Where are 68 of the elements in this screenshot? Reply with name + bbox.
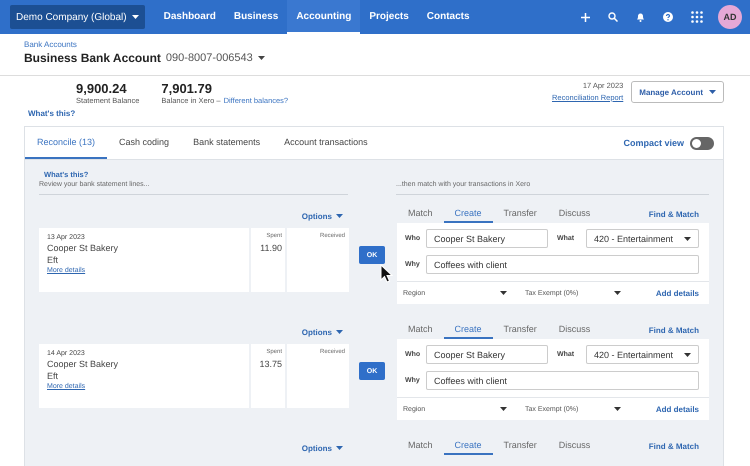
section-tab[interactable]: Bank statements xyxy=(181,127,272,159)
account-number: 090-8007-006543 xyxy=(166,52,253,64)
match-tab[interactable]: Match xyxy=(397,437,444,455)
match-tab[interactable]: Discuss xyxy=(548,437,602,455)
why-field[interactable]: Coffees with client xyxy=(426,371,699,390)
caret-icon xyxy=(336,446,343,450)
statement-balance-amount: 9,900.24 xyxy=(76,81,128,96)
caret-icon xyxy=(258,56,265,60)
find-and-match-link[interactable]: Find & Match xyxy=(648,437,709,455)
xero-balance-amount: 7,901.79 xyxy=(161,81,213,96)
compact-view-toggle[interactable] xyxy=(690,136,714,150)
user-avatar[interactable]: AD xyxy=(718,5,742,29)
caret-icon xyxy=(709,90,716,94)
mouse-pointer-icon xyxy=(380,264,393,283)
section-tab[interactable]: Cash coding xyxy=(107,127,182,159)
match-tab[interactable]: Create xyxy=(444,437,493,455)
caret-icon xyxy=(132,15,139,19)
what-dropdown[interactable]: 420 - Entertainment xyxy=(586,229,699,248)
caret-icon xyxy=(614,407,621,411)
caret-icon xyxy=(336,330,343,334)
payee-name: Cooper St Bakery xyxy=(47,243,120,253)
nav-link[interactable]: Contacts xyxy=(418,0,479,34)
match-tab[interactable]: Match xyxy=(397,205,444,223)
nav-link[interactable]: Business xyxy=(224,0,288,34)
caret-icon xyxy=(684,236,691,240)
caret-icon xyxy=(500,407,507,411)
match-tab[interactable]: Match xyxy=(397,321,444,339)
add-details-link[interactable]: Add details xyxy=(656,404,699,414)
account-name: Business Bank Account xyxy=(24,51,161,65)
apps-grid-icon[interactable] xyxy=(691,11,703,23)
spent-amount: 11.90 xyxy=(260,243,282,253)
section-tab[interactable]: Account transactions xyxy=(272,127,380,159)
help-icon[interactable] xyxy=(663,12,673,22)
breadcrumb-link[interactable]: Bank Accounts xyxy=(24,40,726,49)
nav-link[interactable]: Accounting xyxy=(287,0,360,34)
caret-icon xyxy=(336,214,343,218)
what-dropdown[interactable]: 420 - Entertainment xyxy=(586,345,699,364)
who-field[interactable]: Cooper St Bakery xyxy=(426,345,548,364)
caret-icon xyxy=(614,291,621,295)
search-icon[interactable] xyxy=(608,12,618,22)
why-field[interactable]: Coffees with client xyxy=(426,255,699,274)
options-menu[interactable]: Options xyxy=(302,207,343,225)
caret-icon xyxy=(684,352,691,356)
bell-icon[interactable] xyxy=(636,12,645,22)
section-tab[interactable]: Reconcile (13) xyxy=(25,127,108,159)
nav-link[interactable]: Dashboard xyxy=(154,0,225,34)
manage-account-button[interactable]: Manage Account xyxy=(631,81,724,103)
whats-this-link[interactable]: What's this? xyxy=(28,109,288,118)
match-tab[interactable]: Transfer xyxy=(492,321,548,339)
payee-name: Cooper St Bakery xyxy=(47,359,120,369)
transaction-type: Eft xyxy=(47,371,60,381)
match-tab[interactable]: Transfer xyxy=(492,437,548,455)
compact-view-label: Compact view xyxy=(623,138,684,148)
match-tab[interactable]: Discuss xyxy=(548,321,602,339)
add-details-link[interactable]: Add details xyxy=(656,288,699,298)
company-menu-button[interactable]: Demo Company (Global) xyxy=(10,5,145,29)
options-menu[interactable]: Options xyxy=(302,323,343,341)
caret-icon xyxy=(500,291,507,295)
find-and-match-link[interactable]: Find & Match xyxy=(648,205,709,223)
plus-icon[interactable] xyxy=(581,12,590,22)
spent-amount: 13.75 xyxy=(259,359,282,369)
nav-link[interactable]: Projects xyxy=(360,0,418,34)
who-field[interactable]: Cooper St Bakery xyxy=(426,229,548,248)
transaction-type: Eft xyxy=(47,255,60,265)
find-and-match-link[interactable]: Find & Match xyxy=(648,321,709,339)
options-menu[interactable]: Options xyxy=(302,439,343,457)
match-tab[interactable]: Discuss xyxy=(548,205,602,223)
match-tab[interactable]: Transfer xyxy=(492,205,548,223)
